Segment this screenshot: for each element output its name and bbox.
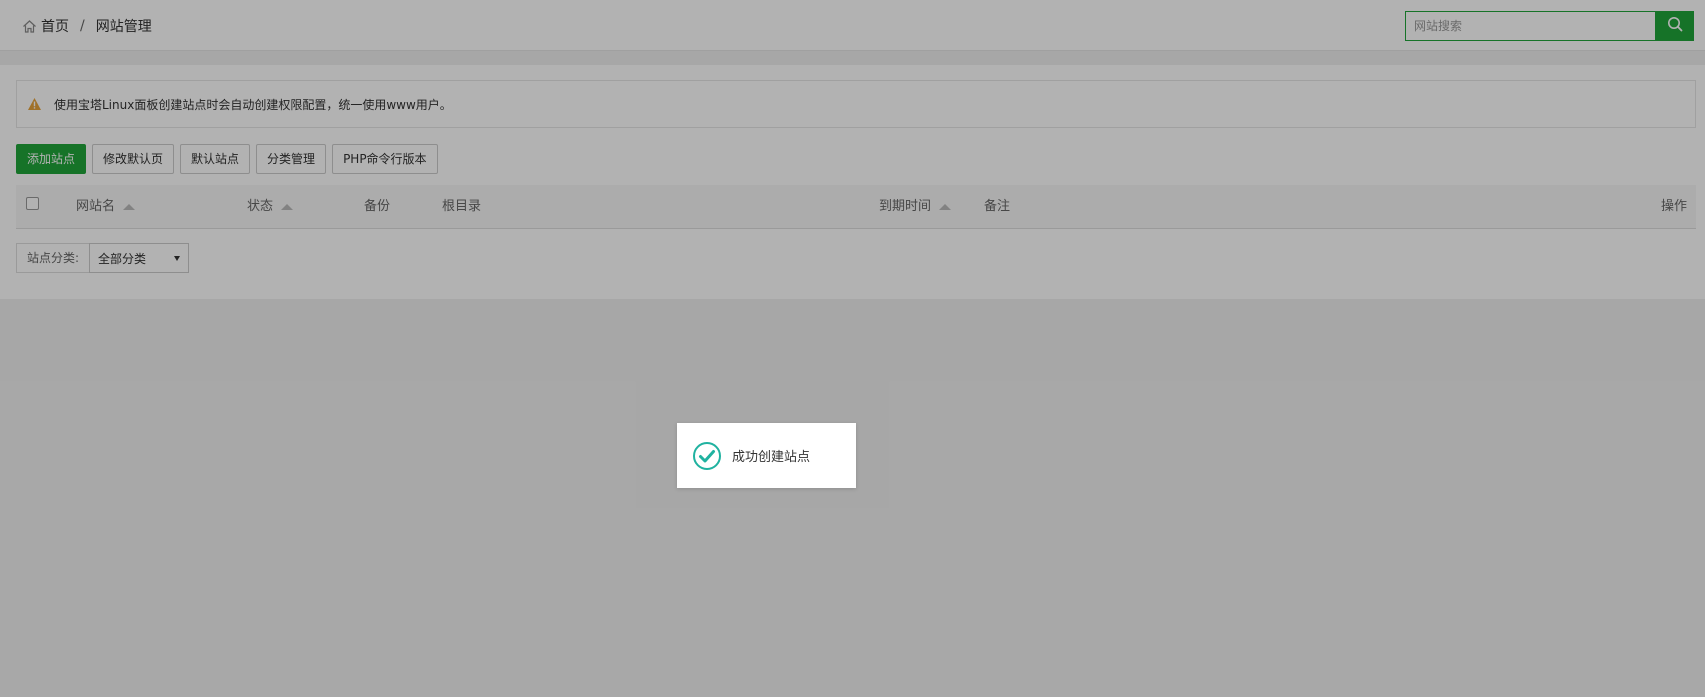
success-check-icon xyxy=(692,441,722,471)
modal-overlay[interactable] xyxy=(0,0,1705,697)
toast-message: 成功创建站点 xyxy=(732,450,811,465)
success-toast: 成功创建站点 xyxy=(677,423,856,488)
